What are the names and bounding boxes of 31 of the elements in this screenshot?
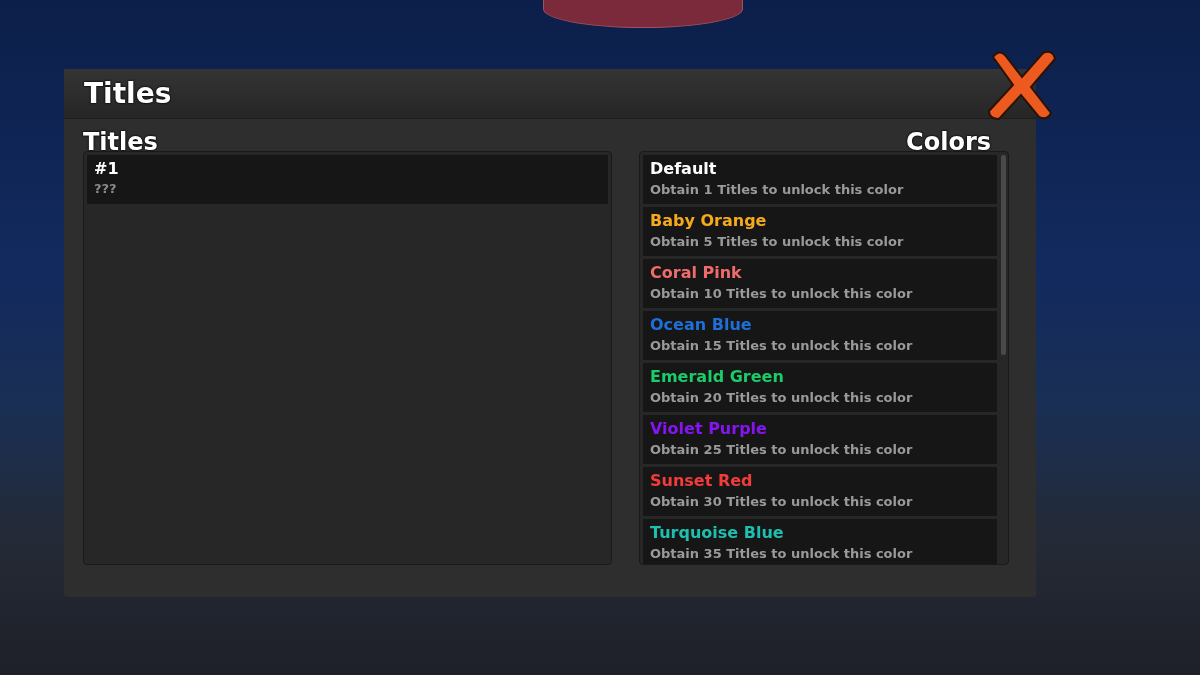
unlock-requirement: Obtain 10 Titles to unlock this color bbox=[650, 285, 913, 303]
color-item[interactable]: Ocean Blue Obtain 15 Titles to unlock this color bbox=[643, 311, 997, 360]
title-description: ??? bbox=[94, 180, 117, 198]
title-item[interactable]: #1 ??? bbox=[87, 155, 608, 204]
color-name: Ocean Blue bbox=[650, 314, 752, 336]
unlock-requirement: Obtain 25 Titles to unlock this color bbox=[650, 441, 913, 459]
titles-heading: Titles bbox=[83, 129, 158, 155]
color-item[interactable]: Sunset Red Obtain 30 Titles to unlock this color bbox=[643, 467, 997, 516]
scrollbar[interactable] bbox=[1001, 155, 1006, 355]
title-name: #1 bbox=[94, 159, 119, 179]
unlock-requirement: Obtain 15 Titles to unlock this color bbox=[650, 337, 913, 355]
unlock-requirement: Obtain 5 Titles to unlock this color bbox=[650, 233, 904, 251]
color-name: Coral Pink bbox=[650, 262, 742, 284]
colors-heading: Colors bbox=[906, 129, 991, 155]
color-item[interactable]: Emerald Green Obtain 20 Titles to unlock this color bbox=[643, 363, 997, 412]
color-item[interactable]: Violet Purple Obtain 25 Titles to unlock this color bbox=[643, 415, 997, 464]
color-item[interactable]: Baby Orange Obtain 5 Titles to unlock this color bbox=[643, 207, 997, 256]
unlock-requirement: Obtain 35 Titles to unlock this color bbox=[650, 545, 913, 563]
color-name: Default bbox=[650, 158, 717, 180]
window-title: Titles bbox=[84, 75, 172, 112]
color-name: Sunset Red bbox=[650, 470, 753, 492]
color-name: Emerald Green bbox=[650, 366, 784, 388]
color-item[interactable]: Coral Pink Obtain 10 Titles to unlock this color bbox=[643, 259, 997, 308]
color-item[interactable]: Turquoise Blue Obtain 35 Titles to unlock this color bbox=[643, 519, 997, 564]
color-name: Turquoise Blue bbox=[650, 522, 784, 544]
color-item[interactable]: Default Obtain 1 Titles to unlock this color bbox=[643, 155, 997, 204]
color-name: Violet Purple bbox=[650, 418, 767, 440]
unlock-requirement: Obtain 1 Titles to unlock this color bbox=[650, 181, 904, 199]
color-name: Baby Orange bbox=[650, 210, 767, 232]
unlock-requirement: Obtain 20 Titles to unlock this color bbox=[650, 389, 913, 407]
unlock-requirement: Obtain 30 Titles to unlock this color bbox=[650, 493, 913, 511]
